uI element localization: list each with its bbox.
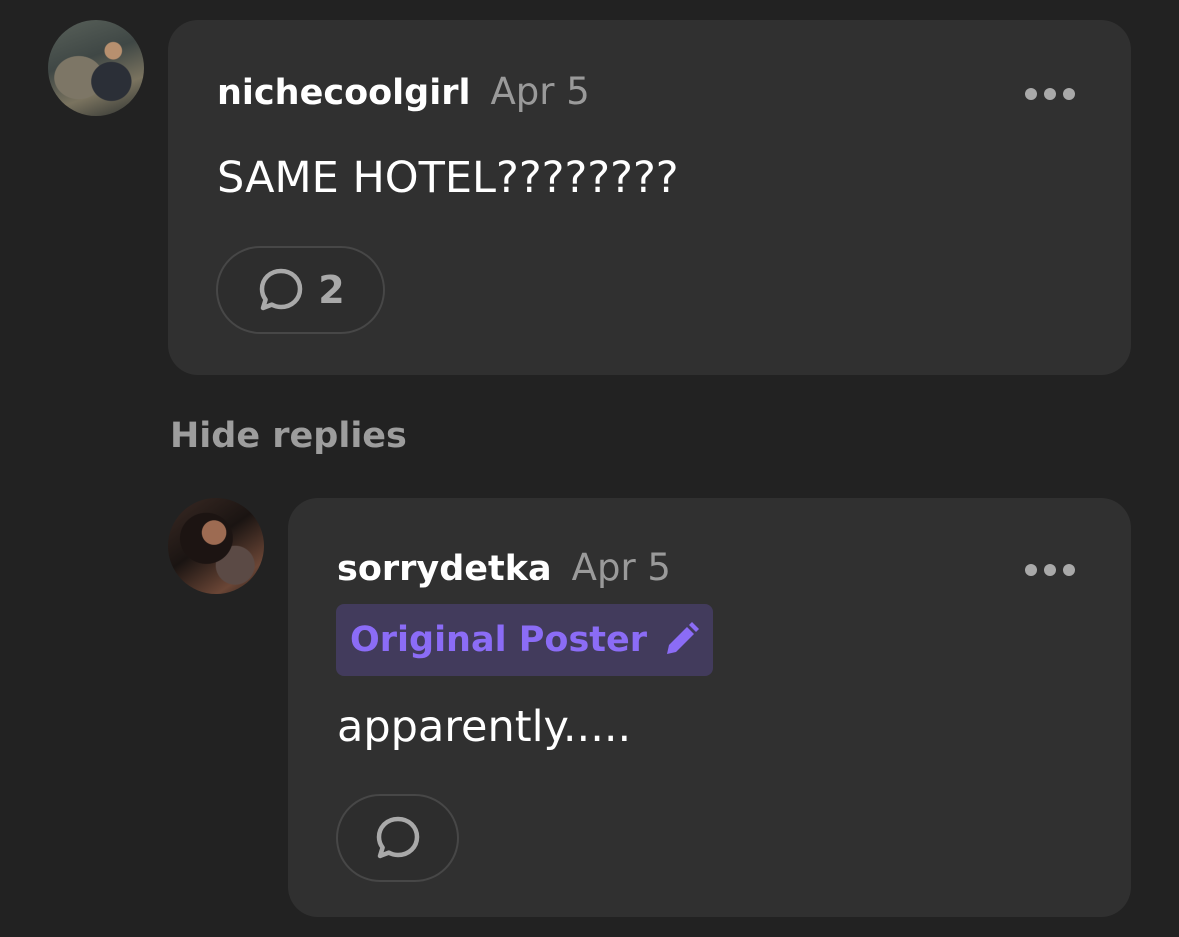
hide-replies-button[interactable]: Hide replies — [170, 416, 407, 456]
comment-card: nichecoolgirl Apr 5 SAME HOTEL???????? 2 — [168, 20, 1131, 375]
dot-icon — [1025, 88, 1037, 100]
reply-meta: sorrydetka Apr 5 — [337, 546, 671, 589]
more-options-button[interactable] — [1025, 560, 1075, 580]
avatar[interactable] — [48, 20, 144, 116]
comment-username[interactable]: nichecoolgirl — [217, 73, 470, 113]
comment-meta: nichecoolgirl Apr 5 — [217, 70, 590, 113]
comment-text: SAME HOTEL???????? — [217, 153, 679, 203]
speech-bubble-icon — [260, 268, 303, 311]
original-poster-badge: Original Poster — [336, 604, 714, 676]
dot-icon — [1063, 88, 1075, 100]
reply-button[interactable]: 2 — [216, 246, 385, 334]
dot-icon — [1025, 564, 1037, 576]
badge-label: Original Poster — [350, 620, 648, 660]
avatar[interactable] — [168, 498, 264, 594]
reply-date: Apr 5 — [571, 546, 671, 589]
reply-text: apparently..... — [337, 702, 632, 752]
reply-count: 2 — [318, 268, 345, 312]
reply-button[interactable] — [336, 794, 459, 882]
more-options-button[interactable] — [1025, 84, 1075, 104]
dot-icon — [1044, 88, 1056, 100]
comments-thread: nichecoolgirl Apr 5 SAME HOTEL???????? 2… — [0, 0, 1179, 937]
reply-username[interactable]: sorrydetka — [337, 549, 552, 589]
comment-date: Apr 5 — [490, 70, 590, 113]
dot-icon — [1044, 564, 1056, 576]
reply-card: sorrydetka Apr 5 Original Poster apparen… — [288, 498, 1131, 917]
pencil-icon — [667, 622, 700, 654]
speech-bubble-icon — [376, 816, 419, 859]
dot-icon — [1063, 564, 1075, 576]
